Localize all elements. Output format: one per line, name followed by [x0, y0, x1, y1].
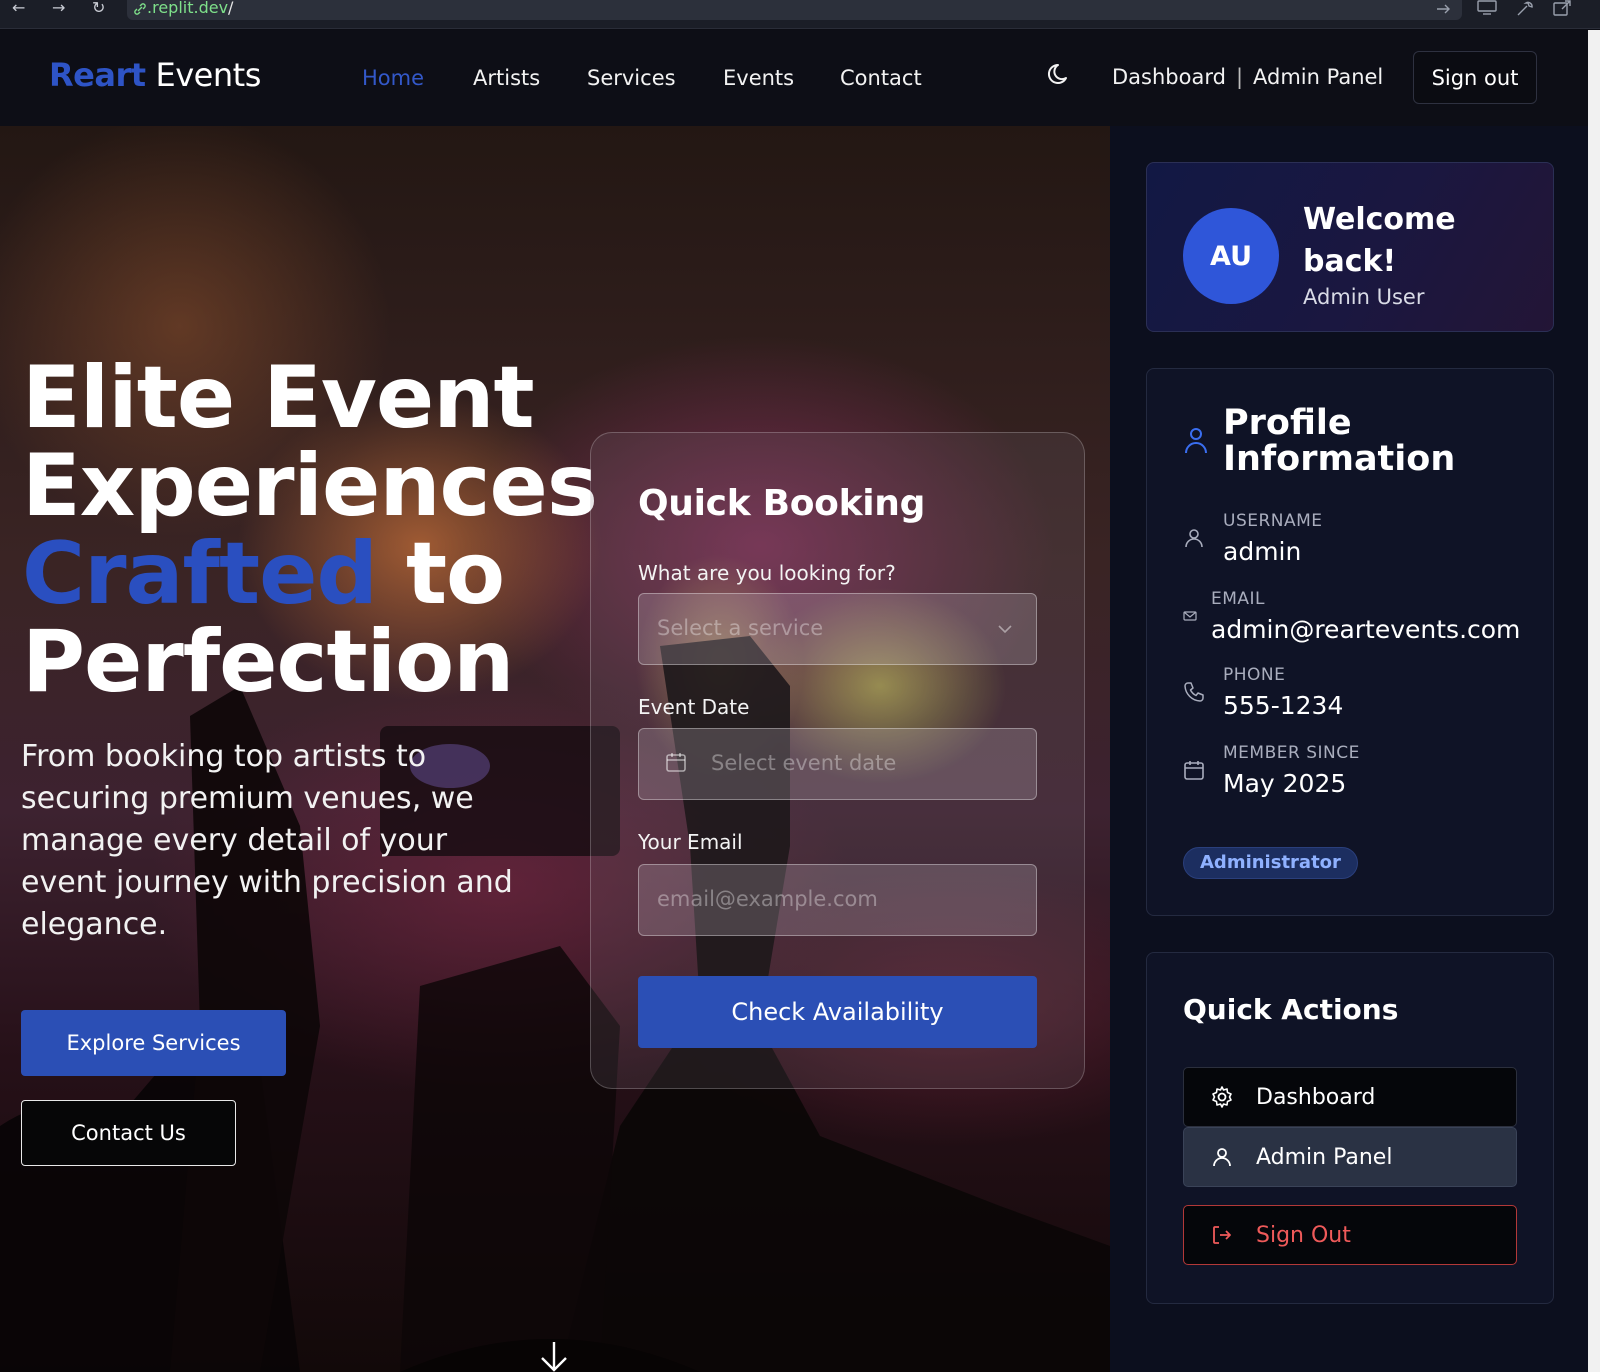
quick-booking-card: Quick Booking What are you looking for? …	[590, 432, 1085, 1089]
external-link-icon[interactable]	[1552, 0, 1574, 16]
hero-section: Elite Event Experiences Crafted to Perfe…	[0, 126, 1110, 1372]
event-date-label: Event Date	[638, 695, 750, 719]
address-bar[interactable]: .replit.dev/	[127, 0, 1462, 20]
phone-label: PHONE	[1223, 665, 1286, 685]
avatar: AU	[1183, 208, 1279, 304]
hero-subtitle: From booking top artists to securing pre…	[21, 739, 513, 942]
hero-heading: Elite Event Experiences Crafted to Perfe…	[22, 354, 622, 706]
gear-icon	[1212, 1086, 1232, 1108]
nav-sign-out-button[interactable]: Sign out	[1413, 51, 1537, 104]
calendar-icon	[666, 753, 686, 772]
browser-toolbar: ← → ↻ .replit.dev/	[0, 0, 1600, 29]
nav-link-artists[interactable]: Artists	[473, 66, 540, 90]
quick-action-sign-out-label: Sign Out	[1256, 1222, 1351, 1248]
calendar-icon	[1184, 761, 1204, 780]
forward-icon[interactable]: →	[52, 0, 65, 16]
check-availability-button[interactable]: Check Availability	[638, 976, 1037, 1048]
explore-services-button[interactable]: Explore Services	[21, 1010, 286, 1076]
user-icon	[1185, 529, 1203, 548]
username-value: admin	[1223, 537, 1302, 566]
user-icon	[1185, 428, 1207, 454]
nav-dashboard-link[interactable]: Dashboard	[1112, 65, 1226, 89]
nav-user-links: Dashboard | Admin Panel	[1112, 65, 1383, 89]
moon-icon[interactable]	[1046, 60, 1074, 88]
event-date-input[interactable]: Select event date	[638, 728, 1037, 800]
back-icon[interactable]: ←	[12, 0, 25, 16]
member-since-label: MEMBER SINCE	[1223, 743, 1360, 763]
quick-action-dashboard-label: Dashboard	[1256, 1084, 1376, 1110]
reload-icon[interactable]: ↻	[92, 0, 105, 16]
quick-actions-title: Quick Actions	[1183, 993, 1399, 1026]
email-label: Your Email	[638, 830, 743, 854]
chevron-down-icon	[998, 625, 1012, 634]
welcome-card: AU Welcome back! Admin User	[1146, 162, 1554, 332]
service-select[interactable]: Select a service	[638, 593, 1037, 665]
hero-heading-line2: Experiences	[22, 436, 598, 536]
logo-text: Events	[155, 56, 262, 94]
phone-value: 555-1234	[1223, 691, 1344, 720]
user-icon	[1213, 1148, 1231, 1167]
link-icon	[134, 3, 146, 15]
nav-link-contact[interactable]: Contact	[840, 66, 922, 90]
nav-separator: |	[1235, 65, 1244, 89]
username-label: USERNAME	[1223, 511, 1323, 531]
site-logo[interactable]: Reart Events	[49, 56, 261, 94]
member-since-value: May 2025	[1223, 769, 1347, 798]
url-host: .replit.dev	[147, 0, 229, 17]
arrow-down-icon[interactable]	[536, 1342, 572, 1372]
wrench-icon[interactable]	[1514, 0, 1536, 16]
profile-card: Profile Information USERNAME admin EMAIL…	[1146, 368, 1554, 916]
email-value: admin@reartevents.com	[1211, 615, 1521, 644]
service-placeholder: Select a service	[657, 616, 824, 640]
nav-link-events[interactable]: Events	[723, 66, 794, 90]
nav-link-home[interactable]: Home	[362, 66, 424, 90]
phone-icon	[1184, 682, 1204, 702]
quick-action-admin-panel-button[interactable]: Admin Panel	[1183, 1127, 1517, 1187]
hero-heading-line3: to	[405, 524, 505, 624]
profile-title: Profile Information	[1223, 403, 1456, 479]
welcome-heading: Welcome back!	[1303, 202, 1456, 279]
service-label: What are you looking for?	[638, 561, 896, 585]
quick-action-sign-out-button[interactable]: Sign Out	[1183, 1205, 1517, 1265]
top-navigation: Reart Events Home Artists Services Events…	[0, 30, 1588, 126]
event-date-placeholder: Select event date	[711, 751, 897, 775]
welcome-user-name: Admin User	[1303, 285, 1425, 309]
page-scrollbar[interactable]	[1588, 30, 1600, 1372]
hero-heading-line4: Perfection	[22, 612, 514, 712]
monitor-icon[interactable]	[1476, 0, 1498, 16]
share-arrow-icon[interactable]	[1436, 3, 1452, 15]
hero-heading-accent: Crafted	[22, 524, 378, 624]
quick-action-dashboard-button[interactable]: Dashboard	[1183, 1067, 1517, 1127]
quick-action-admin-panel-label: Admin Panel	[1256, 1144, 1393, 1170]
quick-actions-card: Quick Actions Dashboard Admin Panel Sign…	[1146, 952, 1554, 1304]
booking-title: Quick Booking	[638, 483, 926, 524]
nav-link-services[interactable]: Services	[587, 66, 676, 90]
mail-icon	[1183, 611, 1197, 621]
url-path: /	[228, 0, 234, 17]
user-sidebar: AU Welcome back! Admin User Profile Info…	[1110, 126, 1588, 1372]
email-input[interactable]: email@example.com	[638, 864, 1037, 936]
role-badge: Administrator	[1183, 847, 1358, 879]
contact-us-button[interactable]: Contact Us	[21, 1100, 236, 1166]
log-out-icon	[1213, 1226, 1231, 1244]
email-label: EMAIL	[1211, 589, 1266, 609]
nav-admin-panel-link[interactable]: Admin Panel	[1253, 65, 1383, 89]
email-placeholder: email@example.com	[657, 887, 878, 911]
logo-brand: Reart	[49, 56, 146, 94]
hero-heading-line1: Elite Event	[22, 348, 535, 448]
